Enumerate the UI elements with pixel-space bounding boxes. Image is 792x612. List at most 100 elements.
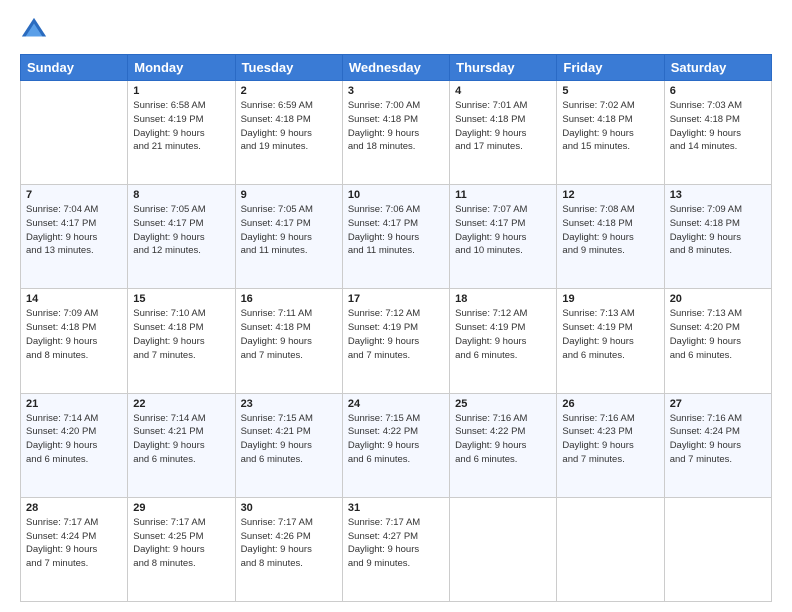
calendar-cell: 7 Sunrise: 7:04 AM Sunset: 4:17 PM Daylig… bbox=[21, 185, 128, 289]
calendar-cell: 25Sunrise: 7:16 AM Sunset: 4:22 PM Dayli… bbox=[450, 393, 557, 497]
day-number: 24 bbox=[348, 398, 444, 410]
day-detail: Sunrise: 7:05 AM Sunset: 4:17 PM Dayligh… bbox=[241, 203, 337, 258]
day-detail: Sunrise: 7:00 AM Sunset: 4:18 PM Dayligh… bbox=[348, 99, 444, 154]
calendar-cell: 9 Sunrise: 7:05 AM Sunset: 4:17 PM Daylig… bbox=[235, 185, 342, 289]
calendar-week-5: 28 Sunrise: 7:17 AM Sunset: 4:24 PM Dayli… bbox=[21, 497, 772, 601]
day-detail: Sunrise: 7:09 AM Sunset: 4:18 PM Dayligh… bbox=[670, 203, 766, 258]
day-number: 26 bbox=[562, 398, 658, 410]
day-detail: Sunrise: 7:17 AM Sunset: 4:24 PM Dayligh… bbox=[26, 516, 122, 571]
day-detail: Sunrise: 7:01 AM Sunset: 4:18 PM Dayligh… bbox=[455, 99, 551, 154]
calendar-cell: 17 Sunrise: 7:12 AM Sunset: 4:19 PM Dayli… bbox=[342, 289, 449, 393]
calendar-cell: 1 Sunrise: 6:58 AM Sunset: 4:19 PM Daylig… bbox=[128, 81, 235, 185]
day-number: 3 bbox=[348, 85, 444, 97]
day-detail: Sunrise: 7:16 AM Sunset: 4:23 PM Dayligh… bbox=[562, 412, 658, 467]
calendar-cell bbox=[664, 497, 771, 601]
calendar-cell: 6 Sunrise: 7:03 AM Sunset: 4:18 PM Daylig… bbox=[664, 81, 771, 185]
calendar-cell: 11Sunrise: 7:07 AM Sunset: 4:17 PM Dayli… bbox=[450, 185, 557, 289]
calendar-cell: 12 Sunrise: 7:08 AM Sunset: 4:18 PM Dayli… bbox=[557, 185, 664, 289]
calendar-table: SundayMondayTuesdayWednesdayThursdayFrid… bbox=[20, 54, 772, 602]
day-detail: Sunrise: 7:02 AM Sunset: 4:18 PM Dayligh… bbox=[562, 99, 658, 154]
day-number: 4 bbox=[455, 85, 551, 97]
calendar-cell: 8 Sunrise: 7:05 AM Sunset: 4:17 PM Daylig… bbox=[128, 185, 235, 289]
day-detail: Sunrise: 7:17 AM Sunset: 4:27 PM Dayligh… bbox=[348, 516, 444, 571]
day-number: 20 bbox=[670, 293, 766, 305]
day-detail: Sunrise: 7:13 AM Sunset: 4:20 PM Dayligh… bbox=[670, 307, 766, 362]
day-detail: Sunrise: 7:06 AM Sunset: 4:17 PM Dayligh… bbox=[348, 203, 444, 258]
day-detail: Sunrise: 6:59 AM Sunset: 4:18 PM Dayligh… bbox=[241, 99, 337, 154]
day-detail: Sunrise: 7:10 AM Sunset: 4:18 PM Dayligh… bbox=[133, 307, 229, 362]
day-number: 23 bbox=[241, 398, 337, 410]
calendar-cell: 16 Sunrise: 7:11 AM Sunset: 4:18 PM Dayli… bbox=[235, 289, 342, 393]
day-number: 1 bbox=[133, 85, 229, 97]
day-detail: Sunrise: 6:58 AM Sunset: 4:19 PM Dayligh… bbox=[133, 99, 229, 154]
calendar-header-saturday: Saturday bbox=[664, 55, 771, 81]
logo-icon bbox=[20, 16, 48, 44]
day-number: 21 bbox=[26, 398, 122, 410]
day-number: 12 bbox=[562, 189, 658, 201]
day-number: 6 bbox=[670, 85, 766, 97]
day-detail: Sunrise: 7:05 AM Sunset: 4:17 PM Dayligh… bbox=[133, 203, 229, 258]
day-detail: Sunrise: 7:12 AM Sunset: 4:19 PM Dayligh… bbox=[455, 307, 551, 362]
day-number: 17 bbox=[348, 293, 444, 305]
calendar-cell: 27Sunrise: 7:16 AM Sunset: 4:24 PM Dayli… bbox=[664, 393, 771, 497]
day-number: 13 bbox=[670, 189, 766, 201]
page: SundayMondayTuesdayWednesdayThursdayFrid… bbox=[0, 0, 792, 612]
calendar-cell: 29 Sunrise: 7:17 AM Sunset: 4:25 PM Dayli… bbox=[128, 497, 235, 601]
calendar-cell: 21Sunrise: 7:14 AM Sunset: 4:20 PM Dayli… bbox=[21, 393, 128, 497]
calendar-cell: 4 Sunrise: 7:01 AM Sunset: 4:18 PM Daylig… bbox=[450, 81, 557, 185]
calendar-week-3: 14 Sunrise: 7:09 AM Sunset: 4:18 PM Dayli… bbox=[21, 289, 772, 393]
day-detail: Sunrise: 7:17 AM Sunset: 4:25 PM Dayligh… bbox=[133, 516, 229, 571]
day-number: 11 bbox=[455, 189, 551, 201]
day-number: 14 bbox=[26, 293, 122, 305]
calendar-cell: 23 Sunrise: 7:15 AM Sunset: 4:21 PM Dayli… bbox=[235, 393, 342, 497]
calendar-cell: 28 Sunrise: 7:17 AM Sunset: 4:24 PM Dayli… bbox=[21, 497, 128, 601]
calendar-cell: 31 Sunrise: 7:17 AM Sunset: 4:27 PM Dayli… bbox=[342, 497, 449, 601]
day-number: 27 bbox=[670, 398, 766, 410]
day-detail: Sunrise: 7:08 AM Sunset: 4:18 PM Dayligh… bbox=[562, 203, 658, 258]
calendar-header-friday: Friday bbox=[557, 55, 664, 81]
calendar-header-thursday: Thursday bbox=[450, 55, 557, 81]
day-detail: Sunrise: 7:14 AM Sunset: 4:21 PM Dayligh… bbox=[133, 412, 229, 467]
day-number: 18 bbox=[455, 293, 551, 305]
day-detail: Sunrise: 7:12 AM Sunset: 4:19 PM Dayligh… bbox=[348, 307, 444, 362]
day-number: 22 bbox=[133, 398, 229, 410]
day-detail: Sunrise: 7:17 AM Sunset: 4:26 PM Dayligh… bbox=[241, 516, 337, 571]
day-number: 28 bbox=[26, 502, 122, 514]
day-number: 5 bbox=[562, 85, 658, 97]
header bbox=[20, 16, 772, 44]
day-number: 29 bbox=[133, 502, 229, 514]
day-number: 10 bbox=[348, 189, 444, 201]
calendar-cell: 15 Sunrise: 7:10 AM Sunset: 4:18 PM Dayli… bbox=[128, 289, 235, 393]
calendar-cell: 14 Sunrise: 7:09 AM Sunset: 4:18 PM Dayli… bbox=[21, 289, 128, 393]
calendar-cell: 5 Sunrise: 7:02 AM Sunset: 4:18 PM Daylig… bbox=[557, 81, 664, 185]
day-number: 2 bbox=[241, 85, 337, 97]
calendar-cell bbox=[450, 497, 557, 601]
day-detail: Sunrise: 7:09 AM Sunset: 4:18 PM Dayligh… bbox=[26, 307, 122, 362]
calendar-cell: 20 Sunrise: 7:13 AM Sunset: 4:20 PM Dayli… bbox=[664, 289, 771, 393]
day-detail: Sunrise: 7:15 AM Sunset: 4:21 PM Dayligh… bbox=[241, 412, 337, 467]
calendar-cell: 30 Sunrise: 7:17 AM Sunset: 4:26 PM Dayli… bbox=[235, 497, 342, 601]
calendar-cell: 2 Sunrise: 6:59 AM Sunset: 4:18 PM Daylig… bbox=[235, 81, 342, 185]
day-number: 25 bbox=[455, 398, 551, 410]
calendar-cell: 19Sunrise: 7:13 AM Sunset: 4:19 PM Dayli… bbox=[557, 289, 664, 393]
day-detail: Sunrise: 7:04 AM Sunset: 4:17 PM Dayligh… bbox=[26, 203, 122, 258]
day-number: 16 bbox=[241, 293, 337, 305]
calendar-header-tuesday: Tuesday bbox=[235, 55, 342, 81]
day-number: 31 bbox=[348, 502, 444, 514]
logo bbox=[20, 16, 52, 44]
calendar-cell: 3 Sunrise: 7:00 AM Sunset: 4:18 PM Daylig… bbox=[342, 81, 449, 185]
day-number: 8 bbox=[133, 189, 229, 201]
day-number: 30 bbox=[241, 502, 337, 514]
day-detail: Sunrise: 7:11 AM Sunset: 4:18 PM Dayligh… bbox=[241, 307, 337, 362]
calendar-header-sunday: Sunday bbox=[21, 55, 128, 81]
day-detail: Sunrise: 7:03 AM Sunset: 4:18 PM Dayligh… bbox=[670, 99, 766, 154]
calendar-cell: 18 Sunrise: 7:12 AM Sunset: 4:19 PM Dayli… bbox=[450, 289, 557, 393]
calendar-cell: 22 Sunrise: 7:14 AM Sunset: 4:21 PM Dayli… bbox=[128, 393, 235, 497]
calendar-cell: 24Sunrise: 7:15 AM Sunset: 4:22 PM Dayli… bbox=[342, 393, 449, 497]
day-number: 7 bbox=[26, 189, 122, 201]
calendar-header-wednesday: Wednesday bbox=[342, 55, 449, 81]
day-detail: Sunrise: 7:13 AM Sunset: 4:19 PM Dayligh… bbox=[562, 307, 658, 362]
calendar-cell: 13 Sunrise: 7:09 AM Sunset: 4:18 PM Dayli… bbox=[664, 185, 771, 289]
day-number: 9 bbox=[241, 189, 337, 201]
day-number: 15 bbox=[133, 293, 229, 305]
